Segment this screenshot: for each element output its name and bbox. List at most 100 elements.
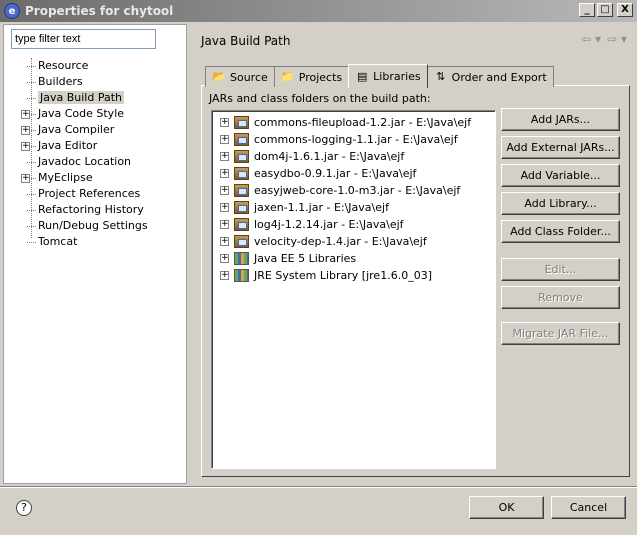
expand-icon[interactable]: +	[220, 271, 229, 280]
list-item[interactable]: + jaxen-1.1.jar - E:\Java\ejf	[212, 199, 495, 216]
add-class-folder-button[interactable]: Add Class Folder...	[501, 220, 620, 243]
tab-label: Projects	[298, 70, 343, 84]
build-path-tabs: 📂 Source 📁 Projects ▤ Libraries ⇅ Order and Exp…	[205, 64, 554, 88]
tree-connector	[27, 90, 38, 106]
tree-item-label: MyEclipse	[38, 171, 93, 184]
forward-arrow-icon[interactable]: ⇨ ▾	[607, 32, 627, 46]
tab-libraries[interactable]: ▤ Libraries	[348, 64, 428, 88]
tree-item[interactable]: Project References	[8, 186, 184, 202]
tree-item[interactable]: Resource	[8, 58, 184, 74]
tree-connector	[27, 58, 38, 74]
order-export-icon: ⇅	[436, 70, 446, 83]
jar-file-icon	[234, 150, 249, 163]
tree-item[interactable]: Java Build Path	[8, 90, 184, 106]
expand-icon[interactable]: +	[21, 174, 30, 183]
expand-icon[interactable]: +	[21, 110, 30, 119]
tab-projects[interactable]: 📁 Projects	[273, 66, 350, 87]
tab-order-and-export[interactable]: ⇅ Order and Export	[426, 66, 554, 87]
close-button[interactable]: X	[617, 3, 633, 17]
remove-button[interactable]: Remove	[501, 286, 620, 309]
tree-item[interactable]: + Java Compiler	[8, 122, 184, 138]
jar-file-icon	[234, 133, 249, 146]
list-item-label: jaxen-1.1.jar - E:\Java\ejf	[254, 201, 389, 214]
help-icon[interactable]: ?	[16, 500, 32, 516]
list-item[interactable]: + commons-fileupload-1.2.jar - E:\Java\ej…	[212, 114, 495, 131]
tree-item-label: Javadoc Location	[38, 155, 132, 168]
expand-icon[interactable]: +	[21, 126, 30, 135]
library-icon	[234, 269, 249, 282]
history-nav: ⇦ ▾ ⇨ ▾	[581, 32, 627, 46]
list-item[interactable]: + velocity-dep-1.4.jar - E:\Java\ejf	[212, 233, 495, 250]
list-item[interactable]: + Java EE 5 Libraries	[212, 250, 495, 267]
window-title: Properties for chytool	[25, 4, 174, 18]
expand-icon[interactable]: +	[220, 220, 229, 229]
tree-item[interactable]: + Java Editor	[8, 138, 184, 154]
jar-file-icon	[234, 218, 249, 231]
expand-icon[interactable]: +	[21, 142, 30, 151]
cancel-button[interactable]: Cancel	[551, 496, 626, 519]
window-controls: _ □ X	[579, 3, 633, 17]
expand-icon[interactable]: +	[220, 254, 229, 263]
tree-connector	[27, 74, 38, 90]
expand-icon[interactable]: +	[220, 118, 229, 127]
add-external-jars-button[interactable]: Add External JARs...	[501, 136, 620, 159]
add-variable-button[interactable]: Add Variable...	[501, 164, 620, 187]
list-item[interactable]: + log4j-1.2.14.jar - E:\Java\ejf	[212, 216, 495, 233]
ok-button[interactable]: OK	[469, 496, 544, 519]
tree-connector	[27, 186, 38, 202]
tree-item-label: Project References	[38, 187, 141, 200]
tree-item-label: Java Editor	[38, 139, 98, 152]
list-item[interactable]: + easydbo-0.9.1.jar - E:\Java\ejf	[212, 165, 495, 182]
list-item-label: JRE System Library [jre1.6.0_03]	[254, 269, 432, 282]
list-item-label: dom4j-1.6.1.jar - E:\Java\ejf	[254, 150, 405, 163]
tree-item[interactable]: + MyEclipse	[8, 170, 184, 186]
tree-item[interactable]: Run/Debug Settings	[8, 218, 184, 234]
list-item-label: commons-fileupload-1.2.jar - E:\Java\ejf	[254, 116, 472, 129]
tree-item[interactable]: Javadoc Location	[8, 154, 184, 170]
tree-item[interactable]: Refactoring History	[8, 202, 184, 218]
jar-file-icon	[234, 116, 249, 129]
tree-item[interactable]: Builders	[8, 74, 184, 90]
back-arrow-icon[interactable]: ⇦ ▾	[581, 32, 601, 46]
jar-file-icon	[234, 235, 249, 248]
tree-item[interactable]: + Java Code Style	[8, 106, 184, 122]
maximize-button[interactable]: □	[597, 3, 613, 17]
footer-separator	[0, 486, 637, 488]
tree-connector	[27, 154, 38, 170]
filter-input[interactable]	[11, 29, 156, 49]
tree-item-label: Tomcat	[38, 235, 78, 248]
tree-item-label: Refactoring History	[38, 203, 144, 216]
tree-item-label: Run/Debug Settings	[38, 219, 148, 232]
tree-item-label: Java Compiler	[38, 123, 115, 136]
migrate-jar-file-button[interactable]: Migrate JAR File...	[501, 322, 620, 345]
list-item-label: commons-logging-1.1.jar - E:\Java\ejf	[254, 133, 458, 146]
list-item-label: easyjweb-core-1.0-m3.jar - E:\Java\ejf	[254, 184, 461, 197]
list-item[interactable]: + commons-logging-1.1.jar - E:\Java\ejf	[212, 131, 495, 148]
expand-icon[interactable]: +	[220, 135, 229, 144]
source-folder-icon: 📂	[212, 70, 226, 83]
add-jars-button[interactable]: Add JARs...	[501, 108, 620, 131]
add-library-button[interactable]: Add Library...	[501, 192, 620, 215]
list-item[interactable]: + dom4j-1.6.1.jar - E:\Java\ejf	[212, 148, 495, 165]
expand-icon[interactable]: +	[220, 237, 229, 246]
minimize-button[interactable]: _	[579, 3, 595, 17]
list-item[interactable]: + JRE System Library [jre1.6.0_03]	[212, 267, 495, 284]
jar-file-icon	[234, 184, 249, 197]
tab-source[interactable]: 📂 Source	[205, 66, 275, 87]
jar-list[interactable]: + commons-fileupload-1.2.jar - E:\Java\ej…	[211, 110, 496, 469]
tree-connector	[27, 234, 38, 250]
tree-item[interactable]: Tomcat	[8, 234, 184, 250]
expand-icon[interactable]: +	[220, 186, 229, 195]
tree-item-label: Java Code Style	[38, 107, 125, 120]
title-bar: e Properties for chytool _ □ X	[0, 0, 637, 22]
library-icon	[234, 252, 249, 265]
list-item-label: log4j-1.2.14.jar - E:\Java\ejf	[254, 218, 404, 231]
tree-item-label: Resource	[38, 59, 89, 72]
expand-icon[interactable]: +	[220, 203, 229, 212]
edit-button[interactable]: Edit...	[501, 258, 620, 281]
expand-icon[interactable]: +	[220, 152, 229, 161]
tree-item-label: Builders	[38, 75, 83, 88]
libraries-icon: ▤	[356, 69, 368, 83]
list-item[interactable]: + easyjweb-core-1.0-m3.jar - E:\Java\ejf	[212, 182, 495, 199]
expand-icon[interactable]: +	[220, 169, 229, 178]
